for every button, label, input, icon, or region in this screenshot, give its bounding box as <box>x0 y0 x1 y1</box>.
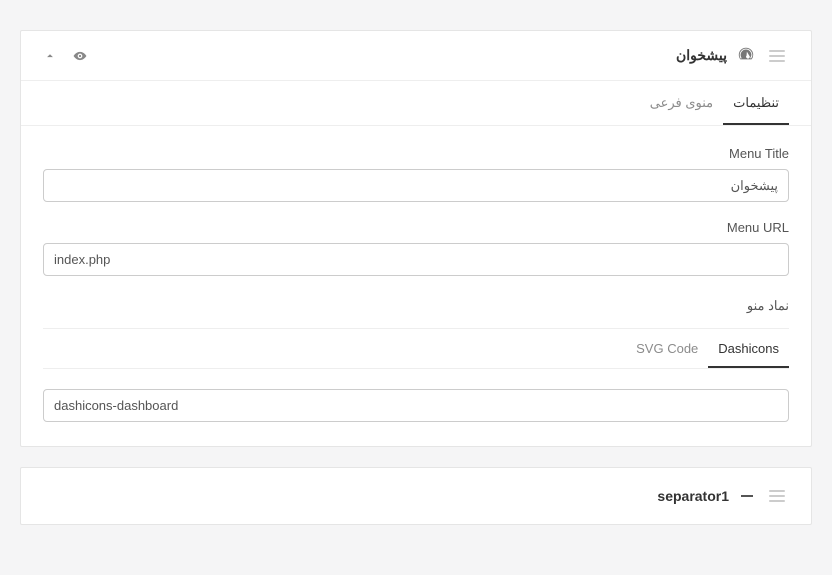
icon-tabs: Dashicons SVG Code <box>43 329 789 369</box>
dashboard-icon <box>737 45 755 66</box>
separator-title-area: separator1 <box>657 486 789 506</box>
icon-class-input[interactable] <box>43 389 789 422</box>
tab-dashicons[interactable]: Dashicons <box>708 329 789 368</box>
collapse-icon[interactable] <box>43 49 57 63</box>
separator-panel: separator1 <box>20 467 812 525</box>
menu-icon-label: نماد منو <box>43 298 789 329</box>
visibility-icon[interactable] <box>73 49 87 63</box>
menu-url-input[interactable] <box>43 243 789 276</box>
drag-handle-icon[interactable] <box>765 486 789 506</box>
panel-title: پیشخوان <box>676 47 727 64</box>
tab-submenu[interactable]: منوی فرعی <box>640 81 723 125</box>
panel-header: پیشخوان <box>21 31 811 81</box>
menu-title-label: Menu Title <box>43 146 789 161</box>
main-tabs: تنظیمات منوی فرعی <box>21 81 811 126</box>
separator-header: separator1 <box>21 468 811 524</box>
menu-item-panel: پیشخوان تنظیمات منوی فرعی Menu Title Men… <box>20 30 812 447</box>
panel-header-actions <box>43 49 87 63</box>
tab-svg-code[interactable]: SVG Code <box>626 329 708 368</box>
separator-title: separator1 <box>657 488 729 504</box>
menu-url-label: Menu URL <box>43 220 789 235</box>
panel-body: Menu Title Menu URL نماد منو Dashicons S… <box>21 126 811 446</box>
drag-handle-icon[interactable] <box>765 46 789 66</box>
tab-settings[interactable]: تنظیمات <box>723 81 789 125</box>
menu-title-input[interactable] <box>43 169 789 202</box>
separator-icon <box>741 495 753 497</box>
panel-header-title-area: پیشخوان <box>676 45 789 66</box>
